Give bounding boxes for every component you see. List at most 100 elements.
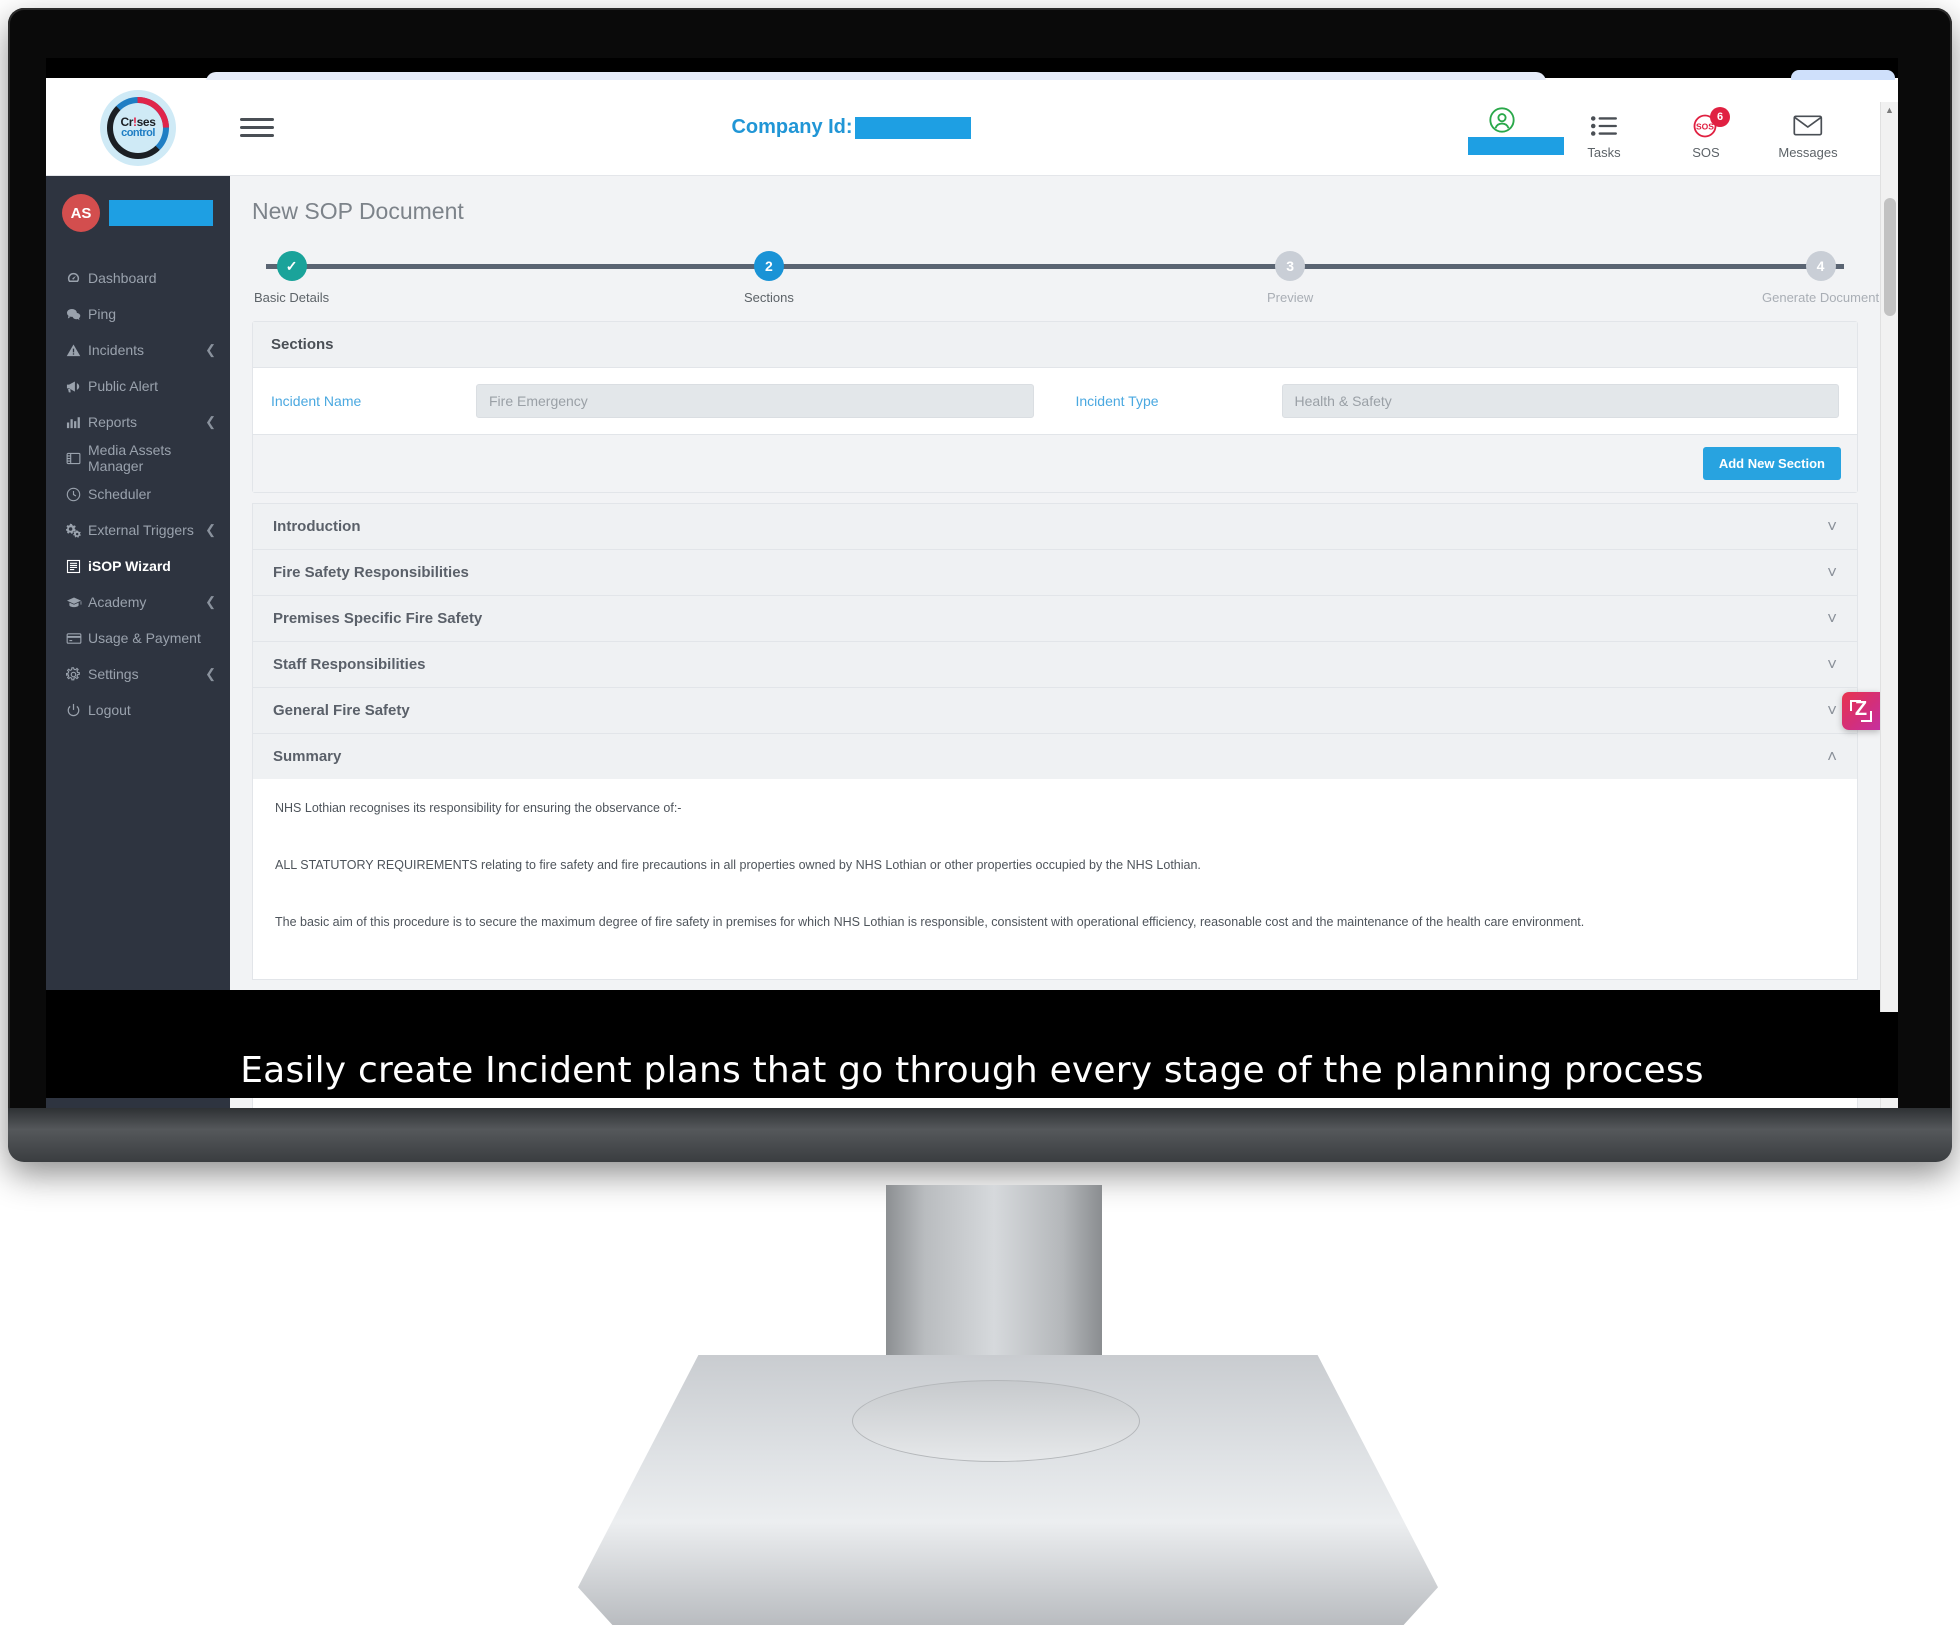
accordion-item-premises-specific-fire-safety[interactable]: Premises Specific Fire Safety ˅ xyxy=(252,595,1858,641)
caption-text: Easily create Incident plans that go thr… xyxy=(240,1049,1704,1091)
sidebar-item-public-alert[interactable]: Public Alert xyxy=(46,368,230,404)
header-center: Company Id: xyxy=(234,116,1468,139)
chevron-down-icon: ˅ xyxy=(1827,517,1837,536)
gears-icon xyxy=(66,523,88,538)
vertical-scrollbar[interactable] xyxy=(1880,176,1898,1012)
sidebar-user[interactable]: AS xyxy=(46,194,230,232)
sidebar-item-isop-wizard[interactable]: iSOP Wizard xyxy=(46,548,230,584)
credit-card-icon xyxy=(66,631,88,646)
monitor-bottom-bezel xyxy=(8,1108,1952,1162)
accordion-item-introduction-title: Introduction xyxy=(273,518,361,535)
accordion-item-summary-title: Summary xyxy=(273,748,342,765)
chevron-left-icon: ❮ xyxy=(205,666,216,681)
summary-paragraph-1: NHS Lothian recognises its responsibilit… xyxy=(275,801,682,815)
header-item-user-profile[interactable] xyxy=(1468,105,1564,160)
sidebar-item-media-assets-manager[interactable]: Media Assets Manager xyxy=(46,440,230,476)
stepper-step-4[interactable]: 4 Generate Document xyxy=(1762,251,1879,305)
clock-icon xyxy=(66,487,88,502)
stepper-step-2[interactable]: 2 Sections xyxy=(744,251,794,305)
sidebar-item-external-triggers-label: External Triggers xyxy=(88,522,194,538)
incident-fields-row: Incident Name Fire Emergency Incident Ty… xyxy=(253,368,1857,434)
stepper-step-1-dot: ✓ xyxy=(276,251,307,281)
lower-sidebar-fragment xyxy=(46,1098,230,1108)
warning-icon xyxy=(66,343,88,358)
sections-card: Sections Incident Name Fire Emergency In… xyxy=(252,321,1858,493)
monitor-mockup: Cr!ses control Company Id: Tasks SOS 6 S… xyxy=(0,0,1960,1625)
sidebar-item-incidents[interactable]: Incidents ❮ xyxy=(46,332,230,368)
lower-scrollbar[interactable] xyxy=(1880,1098,1898,1108)
sidebar-item-scheduler[interactable]: Scheduler xyxy=(46,476,230,512)
sidebar-item-academy[interactable]: Academy ❮ xyxy=(46,584,230,620)
sidebar-item-external-triggers[interactable]: External Triggers ❮ xyxy=(46,512,230,548)
header-item-sos[interactable]: SOS 6 SOS xyxy=(1672,106,1740,160)
crises-control-logo-icon[interactable]: Cr!ses control xyxy=(100,89,176,166)
incident-name-input[interactable]: Fire Emergency xyxy=(476,384,1034,418)
accordion-item-summary[interactable]: Summary ˄ xyxy=(252,733,1858,779)
zoho-z-button[interactable]: Z xyxy=(1842,692,1880,730)
sidebar-item-settings-label: Settings xyxy=(88,666,139,682)
stepper-step-2-dot: 2 xyxy=(753,251,784,281)
accordion-item-general-fire-safety[interactable]: General Fire Safety ˅ xyxy=(252,687,1858,733)
lower-content-fragment: · The Housing (Scotland) Act 1987 · The … xyxy=(230,1098,1898,1108)
media-icon xyxy=(66,451,88,466)
accordion-item-introduction[interactable]: Introduction ˅ xyxy=(252,503,1858,549)
header-item-tasks-label: Tasks xyxy=(1587,144,1621,160)
avatar: AS xyxy=(62,194,100,232)
stepper-step-4-label: Generate Document xyxy=(1762,290,1880,305)
header-item-messages-label: Messages xyxy=(1778,144,1838,160)
stepper-step-2-label: Sections xyxy=(744,290,794,305)
accordion-panel-summary: NHS Lothian recognises its responsibilit… xyxy=(252,779,1858,981)
sidebar-item-usage-payment-label: Usage & Payment xyxy=(88,630,201,646)
header-item-messages[interactable]: Messages xyxy=(1774,111,1842,160)
chevron-left-icon: ❮ xyxy=(205,414,216,429)
sidebar-item-usage-payment[interactable]: Usage & Payment xyxy=(46,620,230,656)
sidebar-item-ping[interactable]: Ping xyxy=(46,296,230,332)
incident-name-label: Incident Name xyxy=(271,393,362,409)
accordion-item-staff-responsibilities-title: Staff Responsibilities xyxy=(273,656,426,673)
brand-logo-wrap: Cr!ses control xyxy=(46,89,230,166)
main-content: New SOP Document ✓ Basic Details 2 Secti… xyxy=(230,176,1880,1012)
sidebar-item-dashboard[interactable]: Dashboard xyxy=(46,260,230,296)
document-icon xyxy=(66,559,88,574)
sidebar-item-incidents-label: Incidents xyxy=(88,342,145,358)
envelope-icon xyxy=(1774,111,1842,141)
page-title: New SOP Document xyxy=(252,198,464,224)
monitor-screen: Cr!ses control Company Id: Tasks SOS 6 S… xyxy=(46,58,1898,1108)
chevron-down-icon: ˅ xyxy=(1827,655,1837,674)
user-circle-icon xyxy=(1468,105,1536,135)
sidebar-item-settings[interactable]: Settings ❮ xyxy=(46,656,230,692)
scrollbar-thumb[interactable] xyxy=(1884,198,1896,316)
caption-banner: Easily create Incident plans that go thr… xyxy=(46,990,1898,1108)
z-brackets-icon: Z xyxy=(1850,698,1872,722)
app-header: Cr!ses control Company Id: Tasks SOS 6 S… xyxy=(46,80,1898,176)
sidebar-item-public-alert-label: Public Alert xyxy=(88,378,159,394)
sidebar-item-logout-label: Logout xyxy=(88,702,131,718)
sidebar-item-ping-label: Ping xyxy=(88,306,117,322)
sidebar-item-logout[interactable]: Logout xyxy=(46,692,230,728)
sidebar-item-dashboard-label: Dashboard xyxy=(88,270,157,286)
stepper-step-3[interactable]: 3 Preview xyxy=(1267,251,1313,305)
chevron-down-icon: ˅ xyxy=(1827,563,1837,582)
megaphone-icon xyxy=(66,379,88,394)
add-new-section-button[interactable]: Add New Section xyxy=(1702,447,1841,480)
accordion-item-staff-responsibilities[interactable]: Staff Responsibilities ˅ xyxy=(252,641,1858,687)
sidebar-item-reports[interactable]: Reports ❮ xyxy=(46,404,230,440)
scrollbar-up-button[interactable]: ▲ xyxy=(1880,102,1898,176)
accordion-item-fire-safety-responsibilities[interactable]: Fire Safety Responsibilities ˅ xyxy=(252,549,1858,595)
logo-text: Cr!ses control xyxy=(121,116,156,139)
header-item-tasks[interactable]: Tasks xyxy=(1570,111,1638,160)
header-actions: Tasks SOS 6 SOS Messages xyxy=(1468,80,1898,176)
chevron-left-icon: ❮ xyxy=(205,522,216,537)
wizard-stepper: ✓ Basic Details 2 Sections 3 Preview 4 G… xyxy=(254,251,1879,313)
chevron-down-icon: ˅ xyxy=(1827,701,1837,720)
stepper-step-1[interactable]: ✓ Basic Details xyxy=(254,251,329,305)
accordion-item-fire-safety-responsibilities-title: Fire Safety Responsibilities xyxy=(273,564,469,581)
header-item-sos-label: SOS xyxy=(1692,144,1720,160)
summary-paragraph-3: The basic aim of this procedure is to se… xyxy=(275,914,1585,929)
browser-window: Cr!ses control Company Id: Tasks SOS 6 S… xyxy=(46,58,1898,1108)
user-name-redacted xyxy=(1468,136,1564,155)
chevron-up-icon: ˄ xyxy=(1827,747,1837,766)
power-icon xyxy=(66,703,88,718)
zoho-z-letter: Z xyxy=(1854,698,1868,720)
incident-type-input[interactable]: Health & Safety xyxy=(1281,384,1839,418)
